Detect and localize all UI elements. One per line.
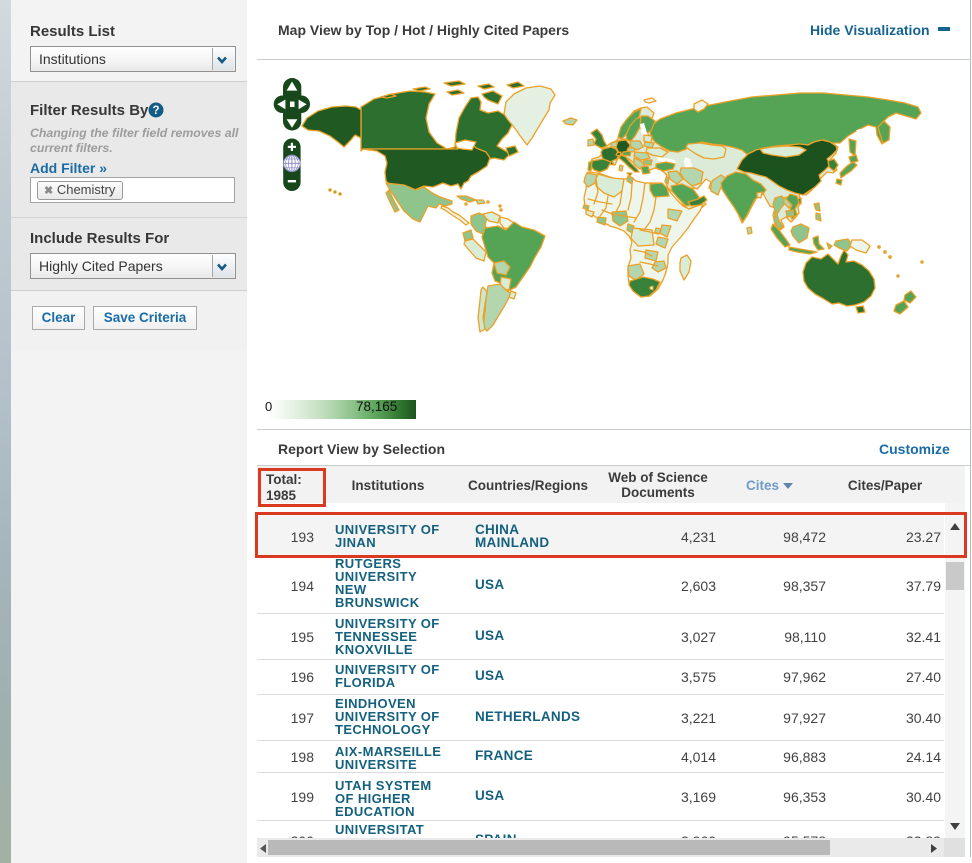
svg-text:?: ? xyxy=(152,105,159,117)
